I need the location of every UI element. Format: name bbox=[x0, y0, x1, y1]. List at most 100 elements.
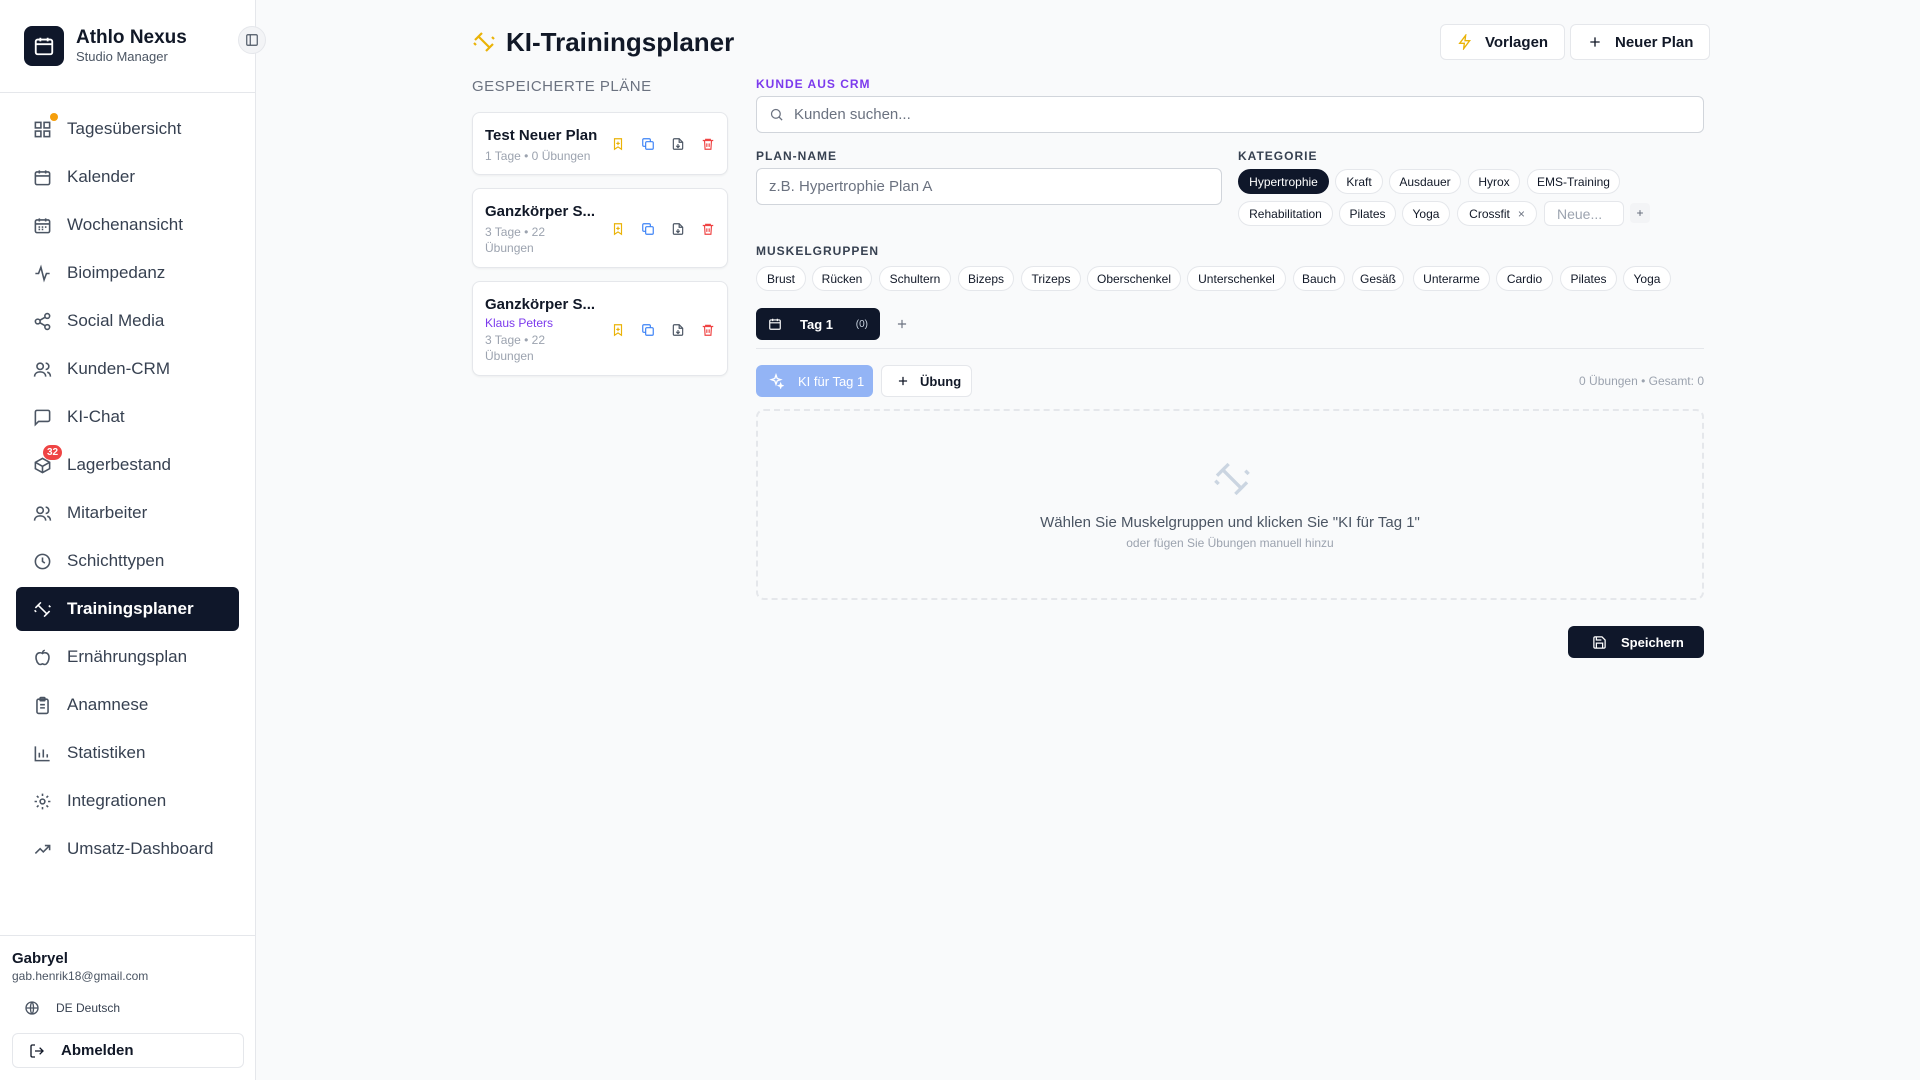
sidebar-item-label: Bioimpedanz bbox=[67, 263, 166, 282]
sidebar-item-ernaehrungsplan[interactable]: Ernährungsplan bbox=[16, 635, 239, 679]
page-title: KI-Trainingsplaner bbox=[472, 26, 734, 58]
sidebar-item-bioimpedanz[interactable]: Bioimpedanz bbox=[16, 251, 239, 295]
category-chip-ausdauer[interactable]: Ausdauer bbox=[1389, 169, 1461, 194]
sidebar-item-trainingsplaner[interactable]: Trainingsplaner bbox=[16, 587, 239, 631]
sparkles-icon bbox=[769, 373, 784, 389]
brand-subtitle: Studio Manager bbox=[76, 49, 168, 64]
saved-plans-title: GESPEICHERTE PLÄNE bbox=[472, 78, 652, 95]
clipboard-icon bbox=[32, 695, 52, 715]
plus-icon bbox=[1637, 210, 1643, 216]
muscle-groups-label: MUSKELGRUPPEN bbox=[756, 244, 880, 258]
add-exercise-button[interactable]: Übung bbox=[881, 365, 972, 397]
sidebar-item-kunden-crm[interactable]: Kunden-CRM bbox=[16, 347, 239, 391]
sidebar-item-ki-chat[interactable]: KI-Chat bbox=[16, 395, 239, 439]
remove-icon[interactable]: × bbox=[1518, 207, 1525, 221]
bookmark-icon[interactable] bbox=[603, 134, 633, 154]
client-search-input[interactable] bbox=[794, 106, 1674, 123]
templates-button[interactable]: Vorlagen bbox=[1440, 24, 1566, 60]
dumbbell-icon bbox=[32, 599, 52, 619]
plan-client: Klaus Peters bbox=[485, 316, 554, 330]
add-category-button[interactable] bbox=[1630, 203, 1650, 223]
lightning-icon bbox=[1458, 34, 1471, 50]
sidebar-item-tagesuebersicht[interactable]: Tagesübersicht bbox=[16, 107, 239, 151]
empty-state-hint: oder fügen Sie Übungen manuell hinzu bbox=[1126, 536, 1334, 550]
export-file-icon[interactable] bbox=[663, 219, 693, 239]
add-day-button[interactable] bbox=[890, 312, 914, 336]
plus-icon bbox=[897, 319, 907, 329]
sidebar-item-label: Social Media bbox=[67, 311, 165, 330]
trash-icon[interactable] bbox=[693, 320, 723, 340]
copy-icon[interactable] bbox=[633, 320, 663, 340]
plan-actions bbox=[603, 219, 723, 239]
tab-day-1[interactable]: Tag 1 (0) bbox=[756, 308, 880, 340]
copy-icon[interactable] bbox=[633, 134, 663, 154]
category-label: KATEGORIE bbox=[1238, 149, 1318, 163]
plan-card[interactable]: Ganzkörper S... Klaus Peters 3 Tage • 22… bbox=[472, 281, 728, 376]
muscle-chip-bauch[interactable]: Bauch bbox=[1293, 266, 1345, 291]
save-button[interactable]: Speichern bbox=[1568, 626, 1704, 658]
exercise-button-label: Übung bbox=[920, 373, 962, 389]
muscle-chip-gesaess[interactable]: Gesäß bbox=[1352, 266, 1404, 291]
ai-generate-button[interactable]: KI für Tag 1 bbox=[756, 365, 873, 397]
muscle-chip-trizeps[interactable]: Trizeps bbox=[1021, 266, 1081, 291]
brand[interactable]: Athlo Nexus Studio Manager bbox=[24, 26, 244, 66]
sidebar-collapse-button[interactable] bbox=[238, 26, 266, 54]
sidebar-item-wochenansicht[interactable]: Wochenansicht bbox=[16, 203, 239, 247]
plan-card[interactable]: Test Neuer Plan 1 Tage • 0 Übungen bbox=[472, 112, 728, 175]
ai-button-label: KI für Tag 1 bbox=[798, 373, 865, 389]
muscle-chip-yoga[interactable]: Yoga bbox=[1623, 266, 1671, 291]
muscle-chip-unterschenkel[interactable]: Unterschenkel bbox=[1187, 266, 1286, 291]
sidebar-item-schichttypen[interactable]: Schichttypen bbox=[16, 539, 239, 583]
category-chip-yoga[interactable]: Yoga bbox=[1402, 201, 1450, 226]
sidebar-item-statistiken[interactable]: Statistiken bbox=[16, 731, 239, 775]
category-chip-hypertrophie[interactable]: Hypertrophie bbox=[1238, 169, 1329, 194]
client-search[interactable] bbox=[756, 96, 1704, 133]
logout-icon bbox=[30, 1043, 44, 1058]
plan-name-input[interactable] bbox=[756, 168, 1222, 205]
category-chip-rehabilitation[interactable]: Rehabilitation bbox=[1238, 201, 1333, 226]
new-category-input[interactable] bbox=[1544, 201, 1624, 226]
sidebar-item-kalender[interactable]: Kalender bbox=[16, 155, 239, 199]
trash-icon[interactable] bbox=[693, 134, 723, 154]
language-switcher[interactable]: DE Deutsch bbox=[24, 998, 120, 1018]
logout-button[interactable]: Abmelden bbox=[12, 1033, 244, 1068]
trash-icon[interactable] bbox=[693, 219, 723, 239]
sidebar-item-integrationen[interactable]: Integrationen bbox=[16, 779, 239, 823]
sidebar-item-umsatz-dashboard[interactable]: Umsatz-Dashboard bbox=[16, 827, 239, 871]
plan-actions bbox=[603, 320, 723, 340]
sidebar-item-lagerbestand[interactable]: 32 Lagerbestand bbox=[16, 443, 239, 487]
plan-name-label: PLAN-NAME bbox=[756, 149, 837, 163]
muscle-chip-brust[interactable]: Brust bbox=[756, 266, 806, 291]
plan-card[interactable]: Ganzkörper S... 3 Tage • 22 Übungen bbox=[472, 188, 728, 268]
category-chip-pilates[interactable]: Pilates bbox=[1339, 201, 1396, 226]
export-file-icon[interactable] bbox=[663, 320, 693, 340]
muscle-chip-ruecken[interactable]: Rücken bbox=[812, 266, 872, 291]
page-title-text: KI-Trainingsplaner bbox=[506, 26, 735, 57]
sidebar-item-anamnese[interactable]: Anamnese bbox=[16, 683, 239, 727]
muscle-chip-oberschenkel[interactable]: Oberschenkel bbox=[1087, 266, 1181, 291]
bookmark-icon[interactable] bbox=[603, 219, 633, 239]
category-chip-kraft[interactable]: Kraft bbox=[1335, 169, 1383, 194]
export-file-icon[interactable] bbox=[663, 134, 693, 154]
sidebar-item-label: Anamnese bbox=[67, 695, 149, 714]
category-chip-hyrox[interactable]: Hyrox bbox=[1468, 169, 1520, 194]
muscle-chip-pilates[interactable]: Pilates bbox=[1560, 266, 1617, 291]
sidebar-item-label: Schichttypen bbox=[67, 551, 165, 570]
copy-icon[interactable] bbox=[633, 219, 663, 239]
plan-meta: 3 Tage • 22 Übungen bbox=[485, 225, 546, 255]
muscle-chip-unterarme[interactable]: Unterarme bbox=[1413, 266, 1490, 291]
muscle-chip-schultern[interactable]: Schultern bbox=[879, 266, 951, 291]
category-chip-ems-training[interactable]: EMS-Training bbox=[1527, 169, 1620, 194]
share-icon bbox=[32, 311, 52, 331]
new-plan-button-label: Neuer Plan bbox=[1615, 33, 1694, 51]
bookmark-icon[interactable] bbox=[603, 320, 633, 340]
plan-name: Ganzkörper S... bbox=[485, 296, 596, 313]
sidebar-item-mitarbeiter[interactable]: Mitarbeiter bbox=[16, 491, 239, 535]
muscle-chip-bizeps[interactable]: Bizeps bbox=[958, 266, 1014, 291]
plan-actions bbox=[603, 134, 723, 154]
sidebar-item-social-media[interactable]: Social Media bbox=[16, 299, 239, 343]
new-plan-button[interactable]: Neuer Plan bbox=[1570, 24, 1711, 60]
muscle-chip-cardio[interactable]: Cardio bbox=[1496, 266, 1553, 291]
exercise-totals: 0 Übungen • Gesamt: 0 bbox=[1579, 374, 1704, 388]
category-chip-crossfit[interactable]: Crossfit × bbox=[1457, 201, 1537, 226]
